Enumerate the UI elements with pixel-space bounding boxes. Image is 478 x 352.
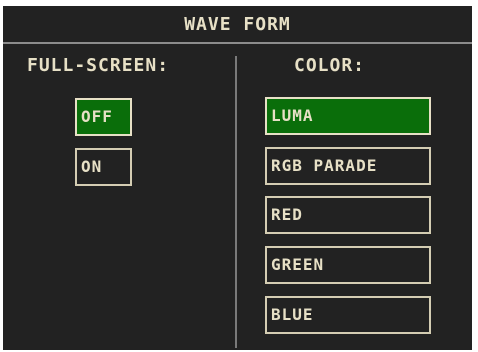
fullscreen-off-button[interactable]: OFF — [75, 98, 132, 136]
color-red-button[interactable]: RED — [265, 196, 431, 234]
waveform-menu-panel: WAVE FORM FULL-SCREEN: COLOR: OFF ON LUM… — [3, 6, 472, 350]
fullscreen-header: FULL-SCREEN: — [27, 55, 170, 76]
color-header: COLOR: — [294, 55, 366, 76]
color-blue-button[interactable]: BLUE — [265, 296, 431, 334]
color-rgb-parade-button[interactable]: RGB PARADE — [265, 147, 431, 185]
menu-title: WAVE FORM — [3, 6, 472, 44]
fullscreen-on-button[interactable]: ON — [75, 148, 132, 186]
color-luma-button[interactable]: LUMA — [265, 97, 431, 135]
column-divider — [235, 56, 237, 348]
color-green-button[interactable]: GREEN — [265, 246, 431, 284]
